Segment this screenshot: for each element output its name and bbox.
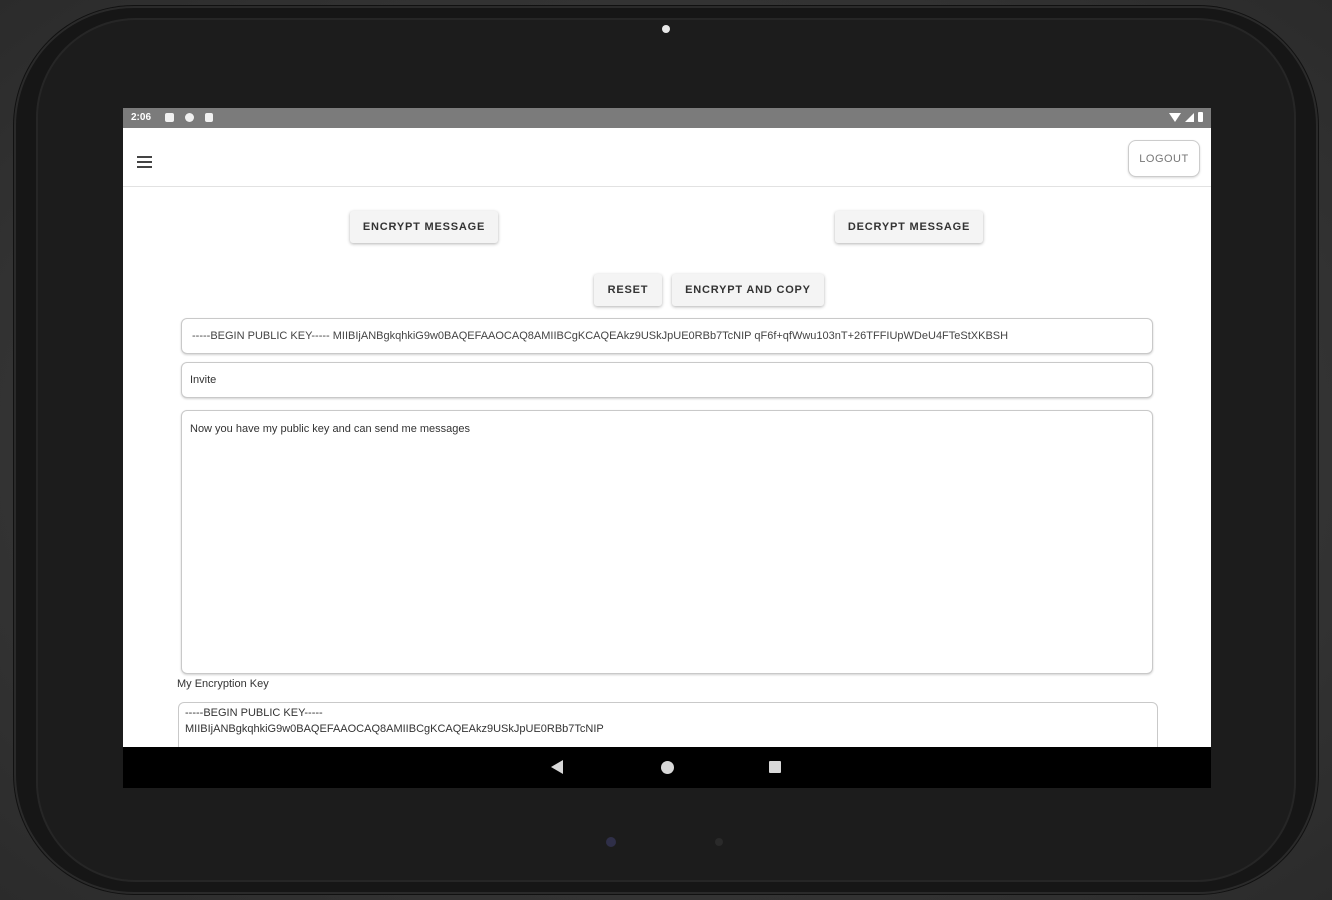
device-screen: 2:06 LOGOUT ENCRYPT MESSAGE DECRYPT MESS… xyxy=(123,108,1211,788)
decrypt-message-button[interactable]: DECRYPT MESSAGE xyxy=(835,211,983,243)
recipient-public-key-field[interactable]: -----BEGIN PUBLIC KEY----- MIIBIjANBgkqh… xyxy=(181,318,1153,354)
my-key-line-1: -----BEGIN PUBLIC KEY----- xyxy=(185,707,323,719)
encrypt-message-button[interactable]: ENCRYPT MESSAGE xyxy=(350,211,498,243)
message-value: Now you have my public key and can send … xyxy=(190,423,471,435)
speaker-dot-icon xyxy=(715,838,723,846)
sensor-dot-icon xyxy=(606,837,616,847)
my-encryption-key-label: My Encryption Key xyxy=(177,678,269,690)
subject-field[interactable]: Invite xyxy=(181,362,1153,398)
status-bar: 2:06 xyxy=(123,108,1211,128)
navigation-bar xyxy=(123,747,1211,788)
sync-icon xyxy=(185,113,194,122)
hamburger-menu-icon[interactable] xyxy=(137,156,159,174)
app-bar: LOGOUT xyxy=(123,128,1211,187)
status-right-icons xyxy=(1169,112,1203,122)
back-icon[interactable] xyxy=(551,760,563,774)
battery-icon xyxy=(1198,112,1203,122)
home-icon[interactable] xyxy=(661,761,674,774)
status-time: 2:06 xyxy=(131,112,152,123)
logout-button[interactable]: LOGOUT xyxy=(1128,140,1200,177)
sd-card-icon xyxy=(205,113,213,122)
front-camera-icon xyxy=(662,25,670,33)
wifi-icon xyxy=(1169,112,1181,122)
recipient-public-key-value: -----BEGIN PUBLIC KEY----- MIIBIjANBgkqh… xyxy=(192,330,1009,342)
my-key-line-2: MIIBIjANBgkqhkiG9w0BAQEFAAOCAQ8AMIIBCgKC… xyxy=(185,723,604,735)
notification-icon xyxy=(165,113,174,122)
reset-button[interactable]: RESET xyxy=(594,274,662,306)
signal-icon xyxy=(1185,112,1194,122)
message-textarea[interactable]: Now you have my public key and can send … xyxy=(181,410,1153,674)
encrypt-and-copy-button[interactable]: ENCRYPT AND COPY xyxy=(672,274,824,306)
subject-value: Invite xyxy=(190,374,217,386)
recent-apps-icon[interactable] xyxy=(769,761,781,773)
